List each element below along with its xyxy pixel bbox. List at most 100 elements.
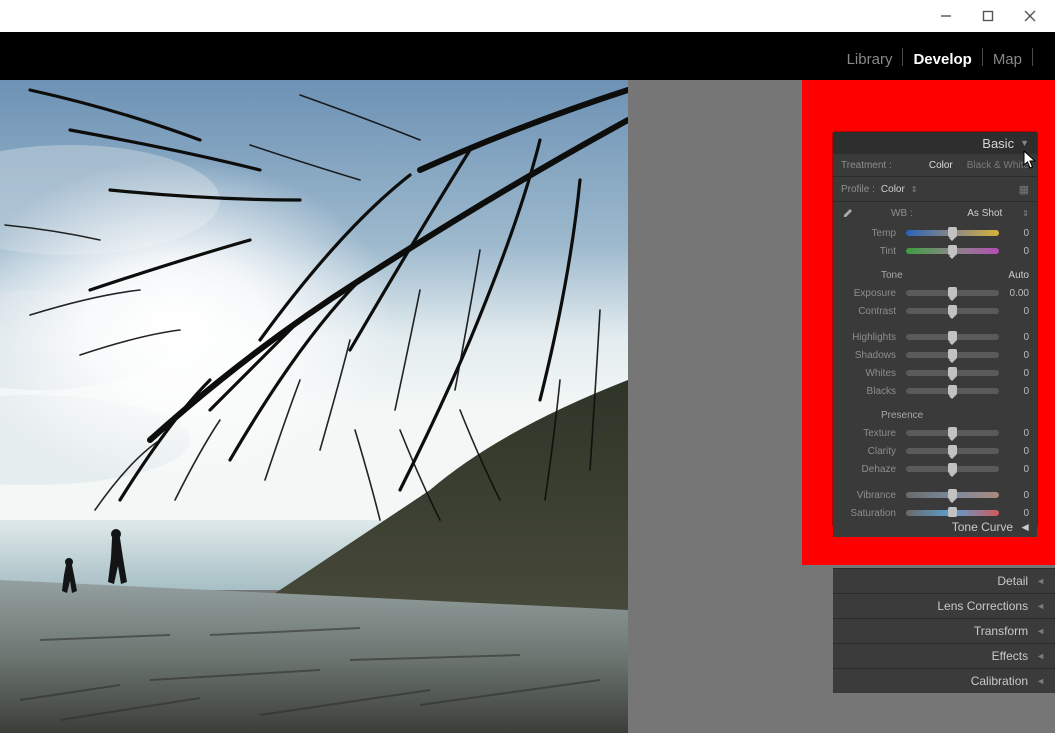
module-library[interactable]: Library	[837, 51, 903, 80]
right-panel-list: Detail ◄ Lens Corrections ◄ Transform ◄ Eff…	[833, 568, 1055, 693]
contrast-label: Contrast	[841, 306, 902, 317]
treatment-bw[interactable]: Black & White	[967, 160, 1029, 171]
blacks-label: Blacks	[841, 386, 902, 397]
dehaze-slider-row: Dehaze 0	[833, 460, 1037, 478]
highlights-label: Highlights	[841, 332, 902, 343]
detail-label: Detail	[997, 574, 1028, 588]
dehaze-label: Dehaze	[841, 464, 902, 475]
effects-label: Effects	[992, 649, 1028, 663]
exposure-label: Exposure	[841, 288, 902, 299]
vibrance-slider[interactable]	[906, 492, 999, 498]
tint-value[interactable]: 0	[1003, 246, 1029, 257]
maximize-icon[interactable]	[981, 9, 995, 23]
highlights-slider[interactable]	[906, 334, 999, 340]
expand-icon: ◄	[1036, 676, 1045, 686]
transform-label: Transform	[974, 624, 1028, 638]
eyedropper-icon[interactable]	[841, 208, 851, 218]
white-balance-row: WB : As Shot ⇕	[833, 202, 1037, 224]
module-develop[interactable]: Develop	[903, 51, 981, 80]
temp-value[interactable]: 0	[1003, 228, 1029, 239]
clarity-slider-row: Clarity 0	[833, 442, 1037, 460]
shadows-label: Shadows	[841, 350, 902, 361]
lens-label: Lens Corrections	[937, 599, 1028, 613]
exposure-slider[interactable]	[906, 290, 999, 296]
tint-label: Tint	[841, 246, 902, 257]
expand-icon: ◄	[1019, 520, 1031, 534]
photo-canvas[interactable]	[0, 80, 628, 733]
whites-label: Whites	[841, 368, 902, 379]
presence-section-label: Presence	[881, 410, 923, 421]
calibration-label: Calibration	[971, 674, 1028, 688]
temp-slider-row: Temp 0	[833, 224, 1037, 242]
module-separator	[1032, 48, 1033, 66]
collapse-icon: ▼	[1020, 138, 1029, 148]
tint-slider-row: Tint 0	[833, 242, 1037, 260]
contrast-slider[interactable]	[906, 308, 999, 314]
close-icon[interactable]	[1023, 9, 1037, 23]
texture-label: Texture	[841, 428, 902, 439]
wb-popup-icon: ⇕	[1022, 209, 1029, 218]
minimize-icon[interactable]	[939, 9, 953, 23]
whites-slider[interactable]	[906, 370, 999, 376]
clarity-slider[interactable]	[906, 448, 999, 454]
dehaze-slider[interactable]	[906, 466, 999, 472]
whites-value[interactable]: 0	[1003, 368, 1029, 379]
highlights-value[interactable]: 0	[1003, 332, 1029, 343]
calibration-panel-header[interactable]: Calibration ◄	[833, 668, 1055, 693]
blacks-slider-row: Blacks 0	[833, 382, 1037, 400]
texture-slider[interactable]	[906, 430, 999, 436]
clarity-label: Clarity	[841, 446, 902, 457]
contrast-slider-row: Contrast 0	[833, 302, 1037, 320]
highlights-slider-row: Highlights 0	[833, 328, 1037, 346]
vibrance-label: Vibrance	[841, 490, 902, 501]
expand-icon: ◄	[1036, 651, 1045, 661]
develop-workspace: Basic ▼ Treatment : Color Black & White …	[0, 80, 1055, 733]
exposure-slider-row: Exposure 0.00	[833, 284, 1037, 302]
treatment-label: Treatment :	[841, 160, 892, 171]
module-bar: Library Develop Map	[0, 32, 1055, 80]
basic-panel-header[interactable]: Basic ▼	[833, 132, 1037, 154]
blacks-slider[interactable]	[906, 388, 999, 394]
wb-value[interactable]: As Shot	[967, 208, 1002, 219]
treatment-color[interactable]: Color	[929, 160, 953, 171]
highlight-annotation: Basic ▼ Treatment : Color Black & White …	[802, 80, 1055, 565]
window-titlebar	[0, 0, 1055, 32]
profile-row[interactable]: Profile : Color ⇕ ▦	[833, 177, 1037, 202]
texture-value[interactable]: 0	[1003, 428, 1029, 439]
temp-slider[interactable]	[906, 230, 999, 236]
whites-slider-row: Whites 0	[833, 364, 1037, 382]
exposure-value[interactable]: 0.00	[1003, 288, 1029, 299]
tone-section: Tone Auto	[833, 266, 1037, 284]
tone-curve-panel-header[interactable]: Tone Curve ◄	[833, 517, 1037, 537]
expand-icon: ◄	[1036, 576, 1045, 586]
detail-panel-header[interactable]: Detail ◄	[833, 568, 1055, 593]
basic-panel-title: Basic	[982, 136, 1014, 151]
treatment-row: Treatment : Color Black & White	[833, 154, 1037, 177]
contrast-value[interactable]: 0	[1003, 306, 1029, 317]
presence-section: Presence	[833, 406, 1037, 424]
shadows-slider[interactable]	[906, 352, 999, 358]
profile-browser-icon[interactable]: ▦	[1019, 183, 1029, 196]
blacks-value[interactable]: 0	[1003, 386, 1029, 397]
transform-panel-header[interactable]: Transform ◄	[833, 618, 1055, 643]
effects-panel-header[interactable]: Effects ◄	[833, 643, 1055, 668]
shadows-value[interactable]: 0	[1003, 350, 1029, 361]
profile-popup-icon: ⇕	[911, 185, 918, 194]
saturation-slider[interactable]	[906, 510, 999, 516]
vibrance-value[interactable]: 0	[1003, 490, 1029, 501]
lens-corrections-panel-header[interactable]: Lens Corrections ◄	[833, 593, 1055, 618]
module-map[interactable]: Map	[983, 51, 1032, 80]
texture-slider-row: Texture 0	[833, 424, 1037, 442]
tint-slider[interactable]	[906, 248, 999, 254]
shadows-slider-row: Shadows 0	[833, 346, 1037, 364]
auto-button[interactable]: Auto	[1008, 270, 1029, 281]
vibrance-slider-row: Vibrance 0	[833, 486, 1037, 504]
temp-label: Temp	[841, 228, 902, 239]
expand-icon: ◄	[1036, 626, 1045, 636]
expand-icon: ◄	[1036, 601, 1045, 611]
basic-panel: Basic ▼ Treatment : Color Black & White …	[833, 132, 1037, 527]
wb-label: WB :	[891, 208, 913, 219]
dehaze-value[interactable]: 0	[1003, 464, 1029, 475]
profile-label: Profile :	[841, 184, 875, 195]
clarity-value[interactable]: 0	[1003, 446, 1029, 457]
